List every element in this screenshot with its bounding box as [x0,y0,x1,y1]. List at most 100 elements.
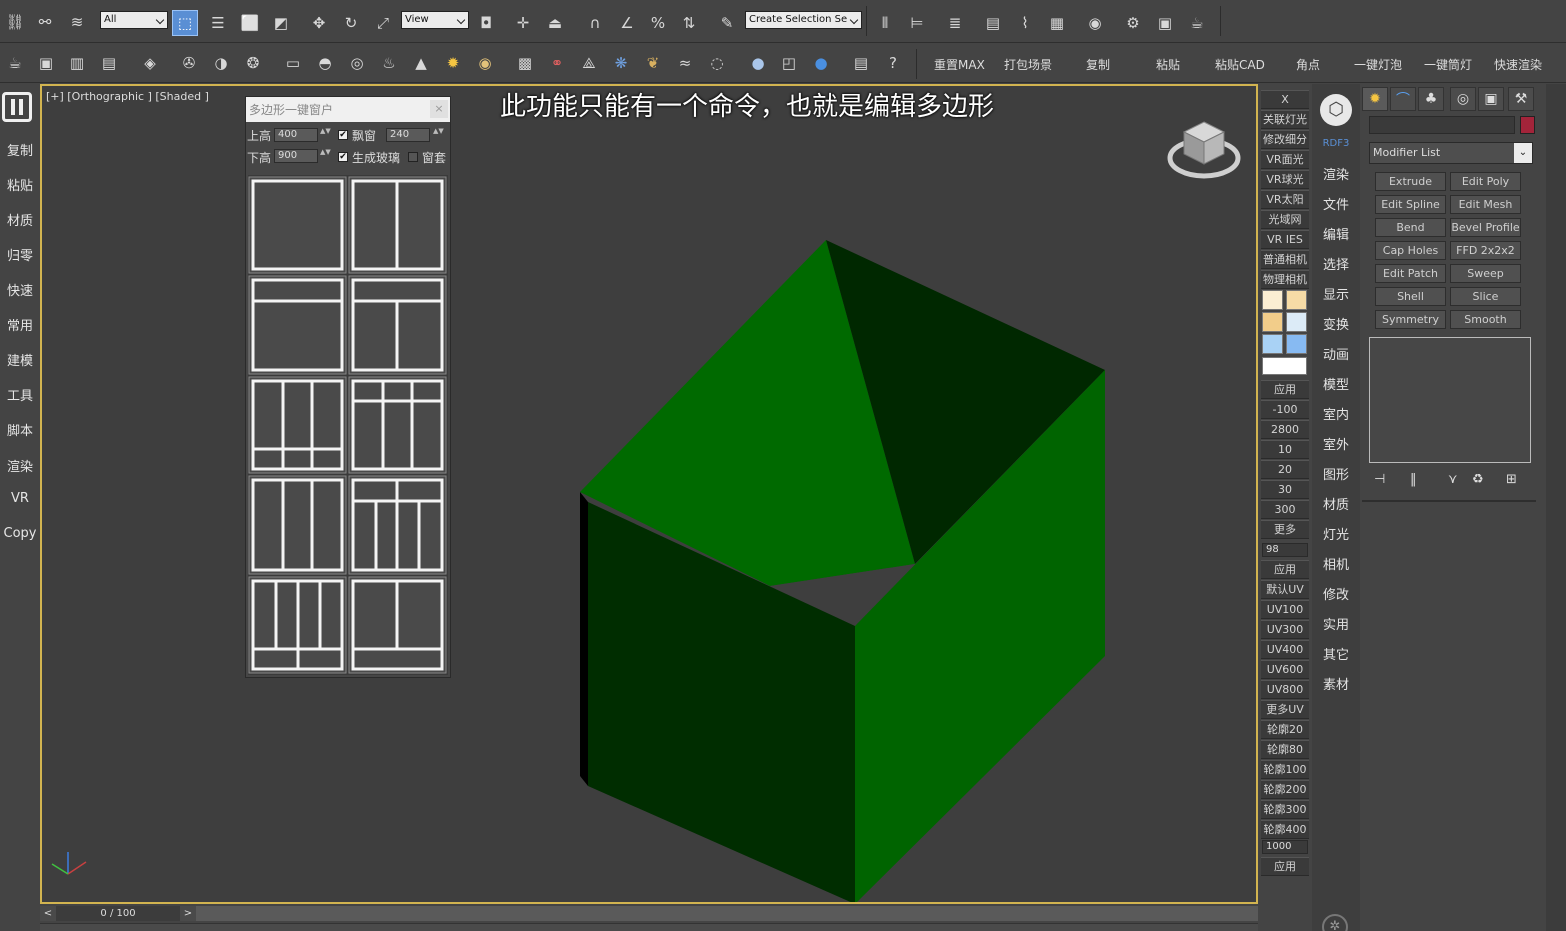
color-swatch-white[interactable] [1262,357,1307,375]
physical-camera-button[interactable]: 物理相机 [1261,270,1309,289]
pack-scene-button[interactable]: 打包场景 [1004,56,1052,73]
schematic-view-icon[interactable]: ▦ [1044,10,1070,36]
display-icon[interactable]: ▣ [1478,87,1504,111]
category-item[interactable]: 动画 [1312,344,1360,363]
left-item-material[interactable]: 材质 [0,210,40,229]
value-button[interactable]: 10 [1261,440,1309,459]
settings-icon[interactable]: ✲ [1322,914,1348,931]
ies-light-button[interactable]: 光域网 [1261,210,1309,229]
film-icon[interactable]: ❂ [240,50,266,76]
selection-set-dropdown[interactable]: Create Selection Se [745,11,862,29]
modifier-button[interactable]: Edit Spline [1375,195,1446,214]
show-end-result-icon[interactable]: ‖ [1410,472,1417,487]
align-icon[interactable]: ⊨ [904,10,930,36]
left-item-paste[interactable]: 粘贴 [0,175,40,194]
color-swatch[interactable] [1286,290,1307,310]
tag-icon[interactable]: ◈ [137,50,163,76]
viewcube-icon[interactable] [1166,112,1242,188]
color-swatch[interactable] [1262,334,1283,354]
apply-button[interactable]: 应用 [1261,857,1309,876]
grid-icon[interactable]: ▩ [512,50,538,76]
uv-outline-button[interactable]: 轮廓300 [1261,800,1309,819]
green-box-model[interactable] [42,86,1256,902]
window-style-9[interactable] [248,576,347,674]
value-button[interactable]: -100 [1261,400,1309,419]
color-swatch[interactable] [1286,334,1307,354]
object-color-swatch[interactable] [1520,116,1535,134]
configure-modifier-sets-icon[interactable]: ⊞ [1506,472,1517,487]
molecule-icon[interactable]: ⚭ [544,50,570,76]
layer-manager-icon[interactable]: ≣ [942,10,968,36]
panel-title[interactable]: 多边形一键窗户 × [246,97,450,122]
copy-button[interactable]: 复制 [1086,56,1110,73]
select-by-name-icon[interactable]: ☰ [205,10,231,36]
plant-icon[interactable]: ❦ [640,50,666,76]
render-setup-icon[interactable]: ⚙ [1120,10,1146,36]
sun-icon[interactable]: ✹ [440,50,466,76]
light-disc-icon[interactable]: ◉ [472,50,498,76]
left-item-quick[interactable]: 快速 [0,280,40,299]
value-button[interactable]: 20 [1261,460,1309,479]
paste-cad-button[interactable]: 粘贴CAD [1215,56,1265,73]
window-style-4[interactable] [348,275,447,375]
category-item[interactable]: 室外 [1312,434,1360,453]
track-bar[interactable] [40,923,1258,931]
panel-scrollbar[interactable] [1546,84,1566,931]
camera-box-icon[interactable]: ◰ [776,50,802,76]
scale-icon[interactable]: ⤢ [370,10,396,36]
teapot-object-icon[interactable]: ♨ [376,50,402,76]
value-input[interactable]: 98 [1262,543,1308,557]
category-item[interactable]: 灯光 [1312,524,1360,543]
prev-frame-button[interactable]: < [40,906,56,921]
select-object-icon[interactable]: ⬚ [172,10,198,36]
modifier-button[interactable]: Edit Patch [1375,264,1446,283]
left-item-render[interactable]: 渲染 [0,456,40,475]
category-item[interactable]: 显示 [1312,284,1360,303]
pivot-center-icon[interactable]: ◘ [473,10,499,36]
create-icon[interactable]: ✹ [1362,87,1388,111]
modifier-button[interactable]: Smooth [1450,310,1521,329]
edit-named-sets-icon[interactable]: ✎ [714,10,740,36]
modifier-button[interactable]: Symmetry [1375,310,1446,329]
uv-outline-button[interactable]: 轮廓400 [1261,820,1309,839]
modifier-button[interactable]: Bend [1375,218,1446,237]
orthographic-viewport[interactable]: [+] [Orthographic ] [Shaded ] 此功能只能有一个命令… [40,84,1258,904]
left-item-reset[interactable]: 归零 [0,245,40,264]
angle-snap-icon[interactable]: ∠ [614,10,640,36]
blue-sphere-icon[interactable]: ● [808,50,834,76]
sphere-icon[interactable]: ◎ [344,50,370,76]
uv-outline-button[interactable]: 轮廓20 [1261,720,1309,739]
chevron-down-icon[interactable]: ⌄ [1514,143,1532,163]
cone-icon[interactable]: ▲ [408,50,434,76]
spiral-icon[interactable]: ◌ [704,50,730,76]
uv-outline-button[interactable]: UV400 [1261,640,1309,659]
list-icon[interactable]: ▤ [96,50,122,76]
left-item-copy[interactable]: 复制 [0,140,40,159]
category-item[interactable]: 图形 [1312,464,1360,483]
hair-icon[interactable]: ≈ [672,50,698,76]
close-button[interactable]: × [430,100,448,118]
category-item[interactable]: 编辑 [1312,224,1360,243]
value-button[interactable]: 更多 [1261,520,1309,539]
top-height-field[interactable]: 400 [274,128,318,142]
window-style-5[interactable] [248,376,347,474]
top-height-spinner[interactable]: ▲▼ [320,128,331,142]
modifier-button[interactable]: Slice [1450,287,1521,306]
category-item[interactable]: 渲染 [1312,164,1360,183]
uv-outline-button[interactable]: UV800 [1261,680,1309,699]
modifier-button[interactable]: Edit Mesh [1450,195,1521,214]
bay-window-field[interactable]: 240 [386,128,430,142]
category-item[interactable]: 实用 [1312,614,1360,633]
value-button[interactable]: 应用 [1261,380,1309,399]
bay-window-spinner[interactable]: ▲▼ [433,128,444,142]
color-swatch[interactable] [1262,290,1283,310]
left-item-copy-en[interactable]: Copy [0,526,40,541]
modifier-button[interactable]: Sweep [1450,264,1521,283]
category-item[interactable]: 相机 [1312,554,1360,573]
left-item-vr[interactable]: VR [0,491,40,506]
notes-icon[interactable]: ▥ [64,50,90,76]
rdf-logo-icon[interactable]: ⬡ [1320,94,1352,126]
rotate-icon[interactable]: ↻ [338,10,364,36]
uv-outline-button[interactable]: 轮廓80 [1261,740,1309,759]
window-style-2[interactable] [348,176,447,274]
